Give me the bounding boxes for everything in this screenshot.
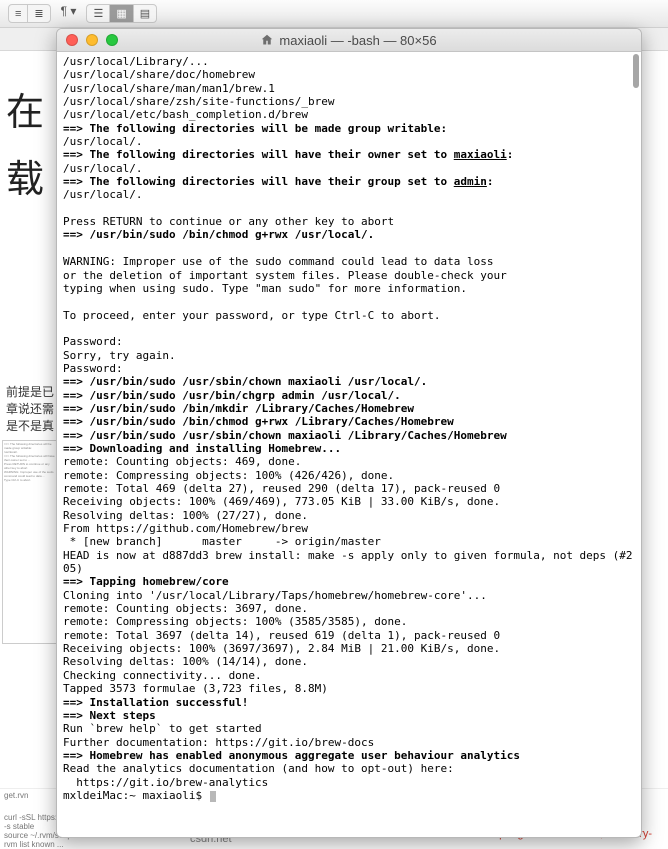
bg-rvm: get.rvn [4,791,28,800]
close-button[interactable] [66,34,78,46]
bg-thumbnail: ==> The following directories will be ma… [2,440,58,644]
home-icon [261,34,273,46]
window-traffic-lights [57,34,118,46]
terminal-body[interactable]: /usr/local/Library/... /usr/local/share/… [57,52,641,837]
bg-seg-view: ☰▦▤ [86,4,157,23]
window-title: maxiaoli — -bash — 80×56 [57,33,641,48]
bg-p-a: 前提是已 [6,385,54,399]
minimize-button[interactable] [86,34,98,46]
bg-p-b: 章说还需 [6,402,54,416]
bg-seg-align: ≡≣ [8,4,51,23]
terminal-window: maxiaoli — -bash — 80×56 /usr/local/Libr… [56,28,642,838]
window-titlebar[interactable]: maxiaoli — -bash — 80×56 [57,29,641,52]
bg-toolbar: ≡≣ ¶ ▾ ☰▦▤ [0,0,668,28]
bg-p-c: 是不是真 [6,419,54,433]
scrollbar-thumb[interactable] [633,54,639,88]
terminal-cursor [210,791,216,802]
window-title-text: maxiaoli — -bash — 80×56 [279,33,436,48]
zoom-button[interactable] [106,34,118,46]
terminal-output[interactable]: /usr/local/Library/... /usr/local/share/… [57,52,641,804]
